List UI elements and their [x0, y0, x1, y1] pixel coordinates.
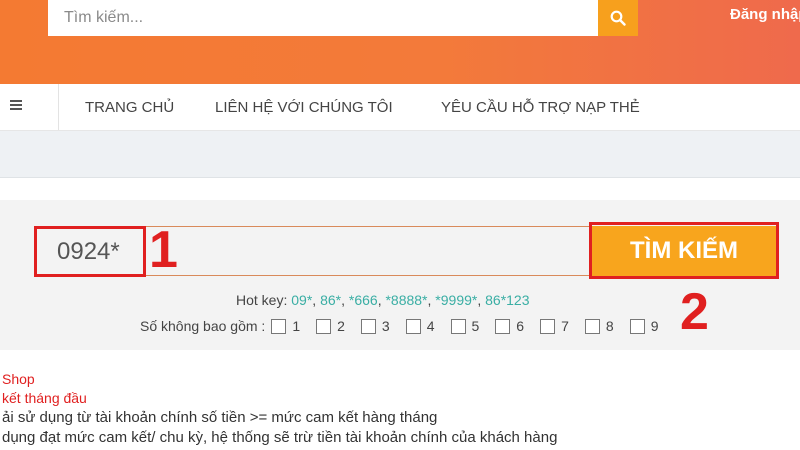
annotation-box-1: [34, 226, 146, 277]
exclude-digit-checkbox[interactable]: 9: [629, 318, 658, 334]
hotkey-link[interactable]: *666: [349, 292, 378, 308]
hotkey-label: Hot key:: [236, 292, 288, 308]
nav-item-topup-support[interactable]: YÊU CẦU HỖ TRỢ NẠP THẺ: [441, 99, 640, 116]
info-shop-text: Shop: [2, 371, 35, 387]
info-line: ải sử dụng từ tài khoản chính số tiền >=…: [2, 409, 438, 426]
exclude-digits-label: Số không bao gồm :: [140, 318, 266, 334]
exclude-digit-checkbox[interactable]: 4: [405, 318, 435, 334]
info-line: dụng đạt mức cam kết/ chu kỳ, hệ thống s…: [2, 429, 558, 446]
breadcrumb-band: [0, 131, 800, 178]
login-link[interactable]: Đăng nhập: [730, 6, 800, 23]
annotation-number-1: 1: [149, 221, 178, 279]
header-search-box[interactable]: [48, 0, 598, 36]
hotkey-link[interactable]: 86*: [320, 292, 341, 308]
exclude-digit-checkbox[interactable]: 7: [540, 318, 569, 334]
search-icon: [610, 10, 626, 26]
annotation-box-2: [589, 222, 779, 279]
hotkey-link[interactable]: *8888*: [385, 292, 427, 308]
exclude-digit-checkbox[interactable]: 1: [271, 318, 300, 334]
hotkey-link[interactable]: 09*: [291, 292, 312, 308]
nav-item-home[interactable]: TRANG CHỦ: [85, 99, 174, 116]
hotkey-link[interactable]: 86*123: [485, 292, 529, 308]
exclude-digit-checkbox[interactable]: 5: [450, 318, 479, 334]
exclude-digit-checkbox[interactable]: 8: [584, 318, 614, 334]
annotation-number-2: 2: [680, 283, 709, 341]
info-commitment-heading: kết tháng đầu: [2, 390, 87, 406]
exclude-digit-checkbox[interactable]: 3: [360, 318, 390, 334]
hotkey-row: Hot key: 09*, 86*, *666, *8888*, *9999*,…: [236, 292, 530, 308]
nav-divider: [58, 84, 59, 130]
header-search-button[interactable]: [598, 0, 638, 36]
hotkey-link[interactable]: *9999*: [435, 292, 477, 308]
exclude-digit-checkbox[interactable]: 2: [316, 318, 345, 334]
exclude-digit-checkbox[interactable]: 6: [495, 318, 524, 334]
hamburger-menu-icon[interactable]: [10, 100, 22, 110]
nav-item-contact[interactable]: LIÊN HỆ VỚI CHÚNG TÔI: [215, 99, 393, 116]
exclude-digits-row: Số không bao gồm : 1 2 3 4 5 6 7 8 9: [140, 318, 674, 334]
header-search-input[interactable]: [62, 0, 596, 36]
main-nav: TRANG CHỦ LIÊN HỆ VỚI CHÚNG TÔI YÊU CẦU …: [0, 84, 800, 131]
